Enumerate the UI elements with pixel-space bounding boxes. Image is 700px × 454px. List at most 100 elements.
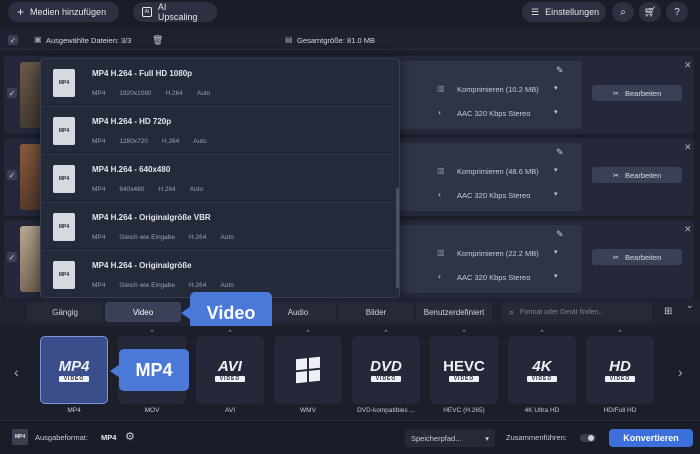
- format-label: WMV: [300, 407, 316, 414]
- merge-toggle[interactable]: [580, 434, 596, 442]
- format-label: DVD-kompatibles ...: [357, 407, 415, 414]
- scissors-icon: ✂: [612, 88, 619, 98]
- audio-label[interactable]: AAC 320 Kbps Stereo: [457, 109, 530, 118]
- gear-icon[interactable]: ⚙: [125, 430, 135, 443]
- audio-label[interactable]: AAC 320 Kbps Stereo: [457, 273, 530, 282]
- settings-sliders-icon: ☰: [531, 6, 540, 17]
- chevron-right-icon[interactable]: ›: [678, 364, 683, 380]
- format-4k[interactable]: 4K VIDEO: [508, 336, 576, 404]
- selected-files-label: Ausgewählte Dateien: 3/3: [46, 36, 132, 45]
- cart-icon[interactable]: 🛒︎: [639, 2, 661, 22]
- preset-item[interactable]: MP4 MP4 H.264 - Full HD 1080p MP4 1920x10…: [41, 59, 395, 107]
- preset-title: MP4 H.264 - Originalgröße: [92, 261, 192, 270]
- audio-label[interactable]: AAC 320 Kbps Stereo: [457, 191, 530, 200]
- collapse-icon[interactable]: ⌄: [686, 300, 694, 311]
- edit-button[interactable]: ✂ Bearbeiten: [592, 249, 682, 265]
- convert-button[interactable]: Konvertieren: [609, 429, 693, 447]
- preset-item[interactable]: MP4 MP4 H.264 - 640x480 MP4 640x480 H.264 A…: [41, 155, 395, 203]
- pencil-icon[interactable]: ✎: [556, 147, 564, 158]
- preset-title: MP4 H.264 - Full HD 1080p: [92, 69, 193, 78]
- plus-icon: +: [17, 5, 25, 19]
- preset-item[interactable]: MP4 MP4 H.264 - Originalgröße VBR MP4 Gle…: [41, 203, 395, 251]
- ai-icon: AI: [142, 7, 152, 17]
- output-options: ▥ Komprimieren (48.6 MB) ▾ ◖ AAC 320 Kbp…: [399, 143, 582, 211]
- output-format-value: MP4: [101, 433, 117, 442]
- close-icon[interactable]: ✕: [684, 224, 692, 235]
- file-checkbox[interactable]: ✓: [7, 88, 17, 98]
- windows-logo-icon: [296, 356, 320, 384]
- format-avi[interactable]: AVI VIDEO: [196, 336, 264, 404]
- pencil-icon[interactable]: ✎: [556, 65, 564, 76]
- mp4-callout: MP4: [119, 349, 189, 391]
- total-size-label: Gesamtgröße: 81.0 MB: [297, 36, 375, 45]
- storage-icon: ▤: [285, 35, 293, 44]
- scissors-icon: ✂: [612, 170, 619, 180]
- save-path-label: Speicherpfad...: [411, 433, 462, 443]
- format-label: AVI: [225, 407, 235, 414]
- trash-icon[interactable]: 🗑︎: [152, 35, 163, 46]
- chevron-down-icon[interactable]: ▾: [554, 272, 558, 280]
- top-toolbar: + Medien hinzufügen AI AI Upscaling ☰ Ei…: [0, 0, 700, 28]
- compress-icon: ▥: [437, 248, 445, 257]
- mp4-file-icon: MP4: [53, 117, 75, 145]
- select-all-checkbox[interactable]: ✓: [8, 35, 18, 45]
- compress-label[interactable]: Komprimieren (10.2 MB): [457, 85, 539, 94]
- close-icon[interactable]: ✕: [684, 142, 692, 153]
- compress-icon: ▥: [437, 84, 445, 93]
- search-icon[interactable]: ⌕: [612, 2, 634, 22]
- compress-label[interactable]: Komprimieren (22.2 MB): [457, 249, 539, 258]
- dropdown-scrollbar[interactable]: [396, 188, 399, 288]
- chevron-down-icon[interactable]: ▾: [554, 166, 558, 174]
- format-dvd[interactable]: DVD VIDEO: [352, 336, 420, 404]
- preset-item[interactable]: MP4 MP4 H.264 - HD 720p MP4 1280x720 H.264…: [41, 107, 395, 155]
- format-label: HEVC (H.265): [443, 407, 485, 414]
- preset-title: MP4 H.264 - Originalgröße VBR: [92, 213, 211, 222]
- edit-button[interactable]: ✂ Bearbeiten: [592, 85, 682, 101]
- file-checkbox[interactable]: ✓: [7, 252, 17, 262]
- ai-upscaling-label: AI Upscaling: [157, 2, 198, 22]
- chevron-down-icon[interactable]: ▾: [554, 108, 558, 116]
- chevron-down-icon[interactable]: ▾: [554, 190, 558, 198]
- add-media-button[interactable]: + Medien hinzufügen: [8, 2, 119, 22]
- save-path-select[interactable]: Speicherpfad... ▾: [405, 429, 495, 447]
- add-media-label: Medien hinzufügen: [30, 7, 107, 17]
- audio-icon: ◖: [437, 272, 442, 281]
- add-preset-icon[interactable]: ⊞: [664, 306, 672, 317]
- close-icon[interactable]: ✕: [684, 60, 692, 71]
- format-search-input[interactable]: ⌕ Format oder Gerät finden...: [502, 302, 652, 322]
- pencil-icon[interactable]: ✎: [556, 229, 564, 240]
- search-icon: ⌕: [509, 306, 515, 317]
- compress-icon: ▥: [437, 166, 445, 175]
- settings-label: Einstellungen: [545, 7, 600, 17]
- ai-upscaling-button[interactable]: AI AI Upscaling: [133, 2, 217, 22]
- compress-label[interactable]: Komprimieren (48.6 MB): [457, 167, 539, 176]
- chevron-down-icon[interactable]: ▾: [554, 84, 558, 92]
- preset-title: MP4 H.264 - HD 720p: [92, 117, 172, 126]
- format-hevc[interactable]: HEVC VIDEO: [430, 336, 498, 404]
- tab-custom[interactable]: Benutzerdefiniert: [416, 302, 492, 322]
- preset-title: MP4 H.264 - 640x480: [92, 165, 171, 174]
- help-icon[interactable]: ?: [666, 2, 688, 22]
- file-summary-bar: ✓ ▣ Ausgewählte Dateien: 3/3 🗑︎ ▤ Gesamt…: [0, 30, 700, 50]
- preset-dropdown: MP4 MP4 H.264 - Full HD 1080p MP4 1920x10…: [40, 58, 400, 298]
- tab-video[interactable]: Video: [105, 302, 181, 322]
- chevron-left-icon[interactable]: ‹: [14, 364, 19, 380]
- preset-meta: MP4 Gleich wie Eingabe H.264 Auto: [92, 234, 234, 241]
- output-options: ▥ Komprimieren (22.2 MB) ▾ ◖ AAC 320 Kbp…: [399, 225, 582, 293]
- footer-bar: MP4 Ausgabeformat: MP4 ⚙ Speicherpfad...…: [0, 420, 700, 454]
- format-hd[interactable]: HD VIDEO: [586, 336, 654, 404]
- settings-button[interactable]: ☰ Einstellungen: [522, 2, 606, 22]
- tab-images[interactable]: Bilder: [338, 302, 414, 322]
- files-icon: ▣: [34, 35, 42, 44]
- edit-label: Bearbeiten: [625, 252, 662, 262]
- edit-button[interactable]: ✂ Bearbeiten: [592, 167, 682, 183]
- preset-meta: MP4 Gleich wie Eingabe H.264 Auto: [92, 282, 234, 289]
- format-mp4[interactable]: MP4 VIDEO: [40, 336, 108, 404]
- mp4-file-icon: MP4: [53, 165, 75, 193]
- output-format-icon: MP4: [12, 429, 28, 445]
- format-wmv[interactable]: [274, 336, 342, 404]
- file-checkbox[interactable]: ✓: [7, 170, 17, 180]
- scissors-icon: ✂: [612, 252, 619, 262]
- chevron-down-icon[interactable]: ▾: [554, 248, 558, 256]
- tab-common[interactable]: Gängig: [27, 302, 103, 322]
